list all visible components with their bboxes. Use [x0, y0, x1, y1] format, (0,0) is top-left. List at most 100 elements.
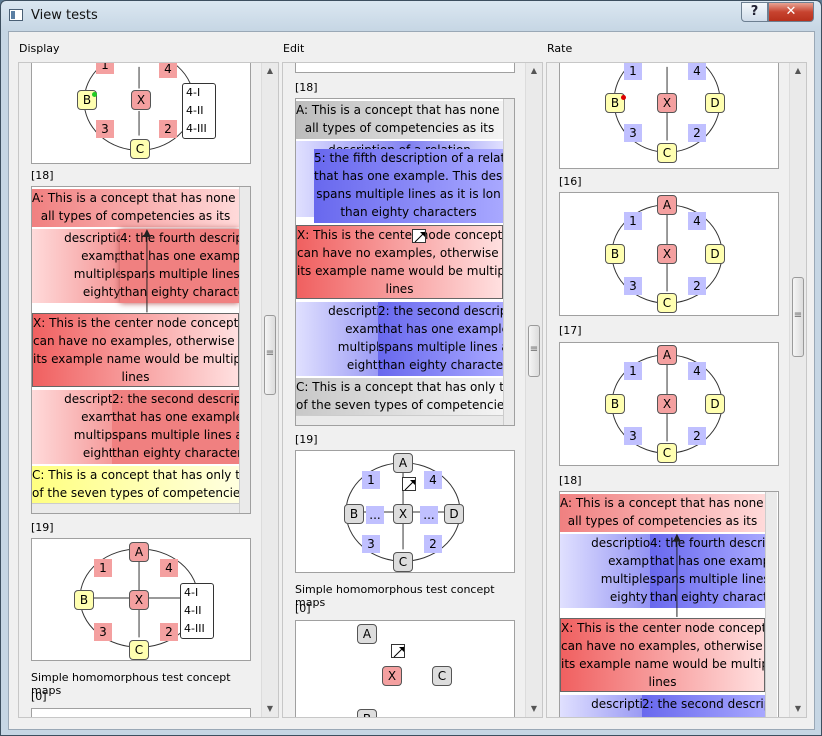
concept-a-desc: A: This is a concept that has none of all… [296, 101, 503, 139]
node-a[interactable]: A [657, 195, 677, 215]
edit-content: [18] A: This is a concept that has none … [283, 63, 528, 717]
display-index: [0] [31, 690, 47, 703]
relation-1-box: 1 [96, 63, 114, 74]
scroll-thumb[interactable] [528, 325, 540, 377]
concept-c-desc: C: This is a concept that has only two of… [32, 466, 239, 504]
node-a[interactable]: A [129, 542, 149, 562]
node-b[interactable]: B [605, 244, 625, 264]
node-c[interactable]: C [129, 640, 149, 660]
edit-scrollbar[interactable]: ▲ ▼ [525, 63, 542, 717]
legend-item: 4-I [184, 586, 199, 599]
title-bar: View tests ? ✕ [1, 1, 821, 31]
node-x[interactable]: X [129, 590, 149, 610]
close-button[interactable]: ✕ [768, 2, 814, 22]
node-c[interactable]: C [130, 139, 150, 159]
relation-2-box: 2 [160, 623, 178, 641]
display-content: 1 4 B X 3 2 C 4-I 4-II 4-III [18] A: Thi… [19, 63, 264, 717]
relation-2-popup: 2: the second description of a relationt… [378, 302, 503, 376]
node-b[interactable]: B [357, 709, 377, 717]
relation-4-box: 4 [688, 63, 706, 80]
desc-vscroll[interactable] [239, 187, 250, 513]
relation-1-box: 1 [624, 63, 642, 80]
node-c[interactable]: C [657, 143, 677, 163]
node-b[interactable]: B [74, 590, 94, 610]
desc-hscroll[interactable] [296, 415, 503, 425]
desc-hscroll[interactable] [32, 503, 239, 513]
status-dot [92, 92, 97, 97]
relation-4-box: 4 [160, 559, 178, 577]
edit-label: Edit [283, 42, 305, 55]
help-button[interactable]: ? [741, 2, 768, 22]
rate-scrollbar[interactable]: ▲ ▼ [789, 63, 806, 717]
relation-1-box: 1 [362, 471, 380, 489]
node-c[interactable]: C [393, 552, 413, 572]
rate-map-card: A 1 4 B X D 3 2 C [559, 342, 779, 466]
edit-panel: [18] A: This is a concept that has none … [282, 62, 543, 718]
node-x[interactable]: X [393, 504, 413, 524]
rate-panel: 1 4 B X D 3 2 C [16] A 1 4 B X D 3 2 C [… [546, 62, 807, 718]
node-d[interactable]: D [705, 93, 725, 113]
status-dot [621, 95, 626, 100]
resize-handle-icon[interactable] [402, 477, 416, 491]
node-c[interactable]: C [657, 293, 677, 313]
scroll-thumb[interactable] [264, 315, 276, 395]
node-x[interactable]: X [657, 394, 677, 414]
relation-1-box: 1 [624, 212, 642, 230]
scroll-down-icon[interactable]: ▼ [526, 701, 542, 717]
scroll-down-icon[interactable]: ▼ [790, 701, 806, 717]
node-x[interactable]: X [382, 666, 402, 686]
node-b[interactable]: B [605, 394, 625, 414]
node-d[interactable]: D [444, 504, 464, 524]
node-b[interactable]: B [344, 504, 364, 524]
relation-3-box: 3 [96, 120, 114, 138]
relation-3-box: 3 [94, 623, 112, 641]
node-x[interactable]: X [657, 93, 677, 113]
display-desc-card: A: This is a concept that has none of all… [31, 186, 251, 514]
client-area: Display Edit Rate 1 4 B X 3 2 C 4-I 4-II… [8, 31, 815, 730]
ellipsis-box[interactable]: ... [366, 506, 384, 524]
node-d[interactable]: D [705, 394, 725, 414]
rate-content: 1 4 B X D 3 2 C [16] A 1 4 B X D 3 2 C [… [547, 63, 792, 717]
display-map-card-bottom [31, 708, 251, 717]
edit-desc-card: A: This is a concept that has none of all… [295, 98, 515, 426]
node-x[interactable]: X [131, 90, 151, 110]
display-scrollbar[interactable]: ▲ ▼ [261, 63, 278, 717]
node-a[interactable]: A [393, 453, 413, 473]
node-c[interactable]: C [657, 443, 677, 463]
node-c[interactable]: C [432, 666, 452, 686]
view-tests-window: View tests ? ✕ Display Edit Rate 1 4 B X… [0, 0, 822, 736]
desc-vscroll[interactable] [503, 99, 514, 425]
scroll-down-icon[interactable]: ▼ [262, 701, 278, 717]
relation-3-box: 3 [624, 427, 642, 445]
relation-4-box: 4 [688, 212, 706, 230]
relation-4-box: 4 [424, 471, 442, 489]
relation-5-popup: 5: the fifth description of a relation th… [314, 149, 503, 223]
window-title: View tests [31, 8, 98, 23]
relation-4-box: 4 [688, 362, 706, 380]
rate-index: [16] [559, 175, 582, 188]
ellipsis-box[interactable]: ... [420, 506, 438, 524]
scroll-up-icon[interactable]: ▲ [262, 63, 278, 79]
rate-map-card-top: 1 4 B X D 3 2 C [559, 63, 779, 169]
relation-1-box: 1 [624, 362, 642, 380]
scroll-up-icon[interactable]: ▲ [790, 63, 806, 79]
resize-handle-icon[interactable] [412, 229, 426, 243]
relation-3-box: 3 [624, 277, 642, 295]
node-x[interactable]: X [657, 244, 677, 264]
legend-item: 4-III [184, 622, 205, 635]
legend-item: 4-II [184, 604, 202, 617]
edit-index: [19] [295, 433, 318, 446]
legend-item: 4-II [186, 104, 204, 117]
concept-a-desc: A: This is a concept that has none of all… [560, 494, 765, 532]
desc-vscroll[interactable] [765, 492, 777, 717]
scroll-thumb[interactable] [792, 277, 804, 357]
edit-map-card: A 1 4 B ... X ... D 3 2 C [295, 450, 515, 573]
rate-map-card: A 1 4 B X D 3 2 C [559, 192, 779, 316]
node-a[interactable]: A [357, 624, 377, 644]
node-d[interactable]: D [705, 244, 725, 264]
node-a[interactable]: A [657, 345, 677, 365]
relation-2-popup: 2: the second description of a relation [642, 695, 765, 717]
resize-handle-icon[interactable] [391, 644, 405, 658]
relation-2-box: 2 [424, 535, 442, 553]
scroll-up-icon[interactable]: ▲ [526, 63, 542, 79]
